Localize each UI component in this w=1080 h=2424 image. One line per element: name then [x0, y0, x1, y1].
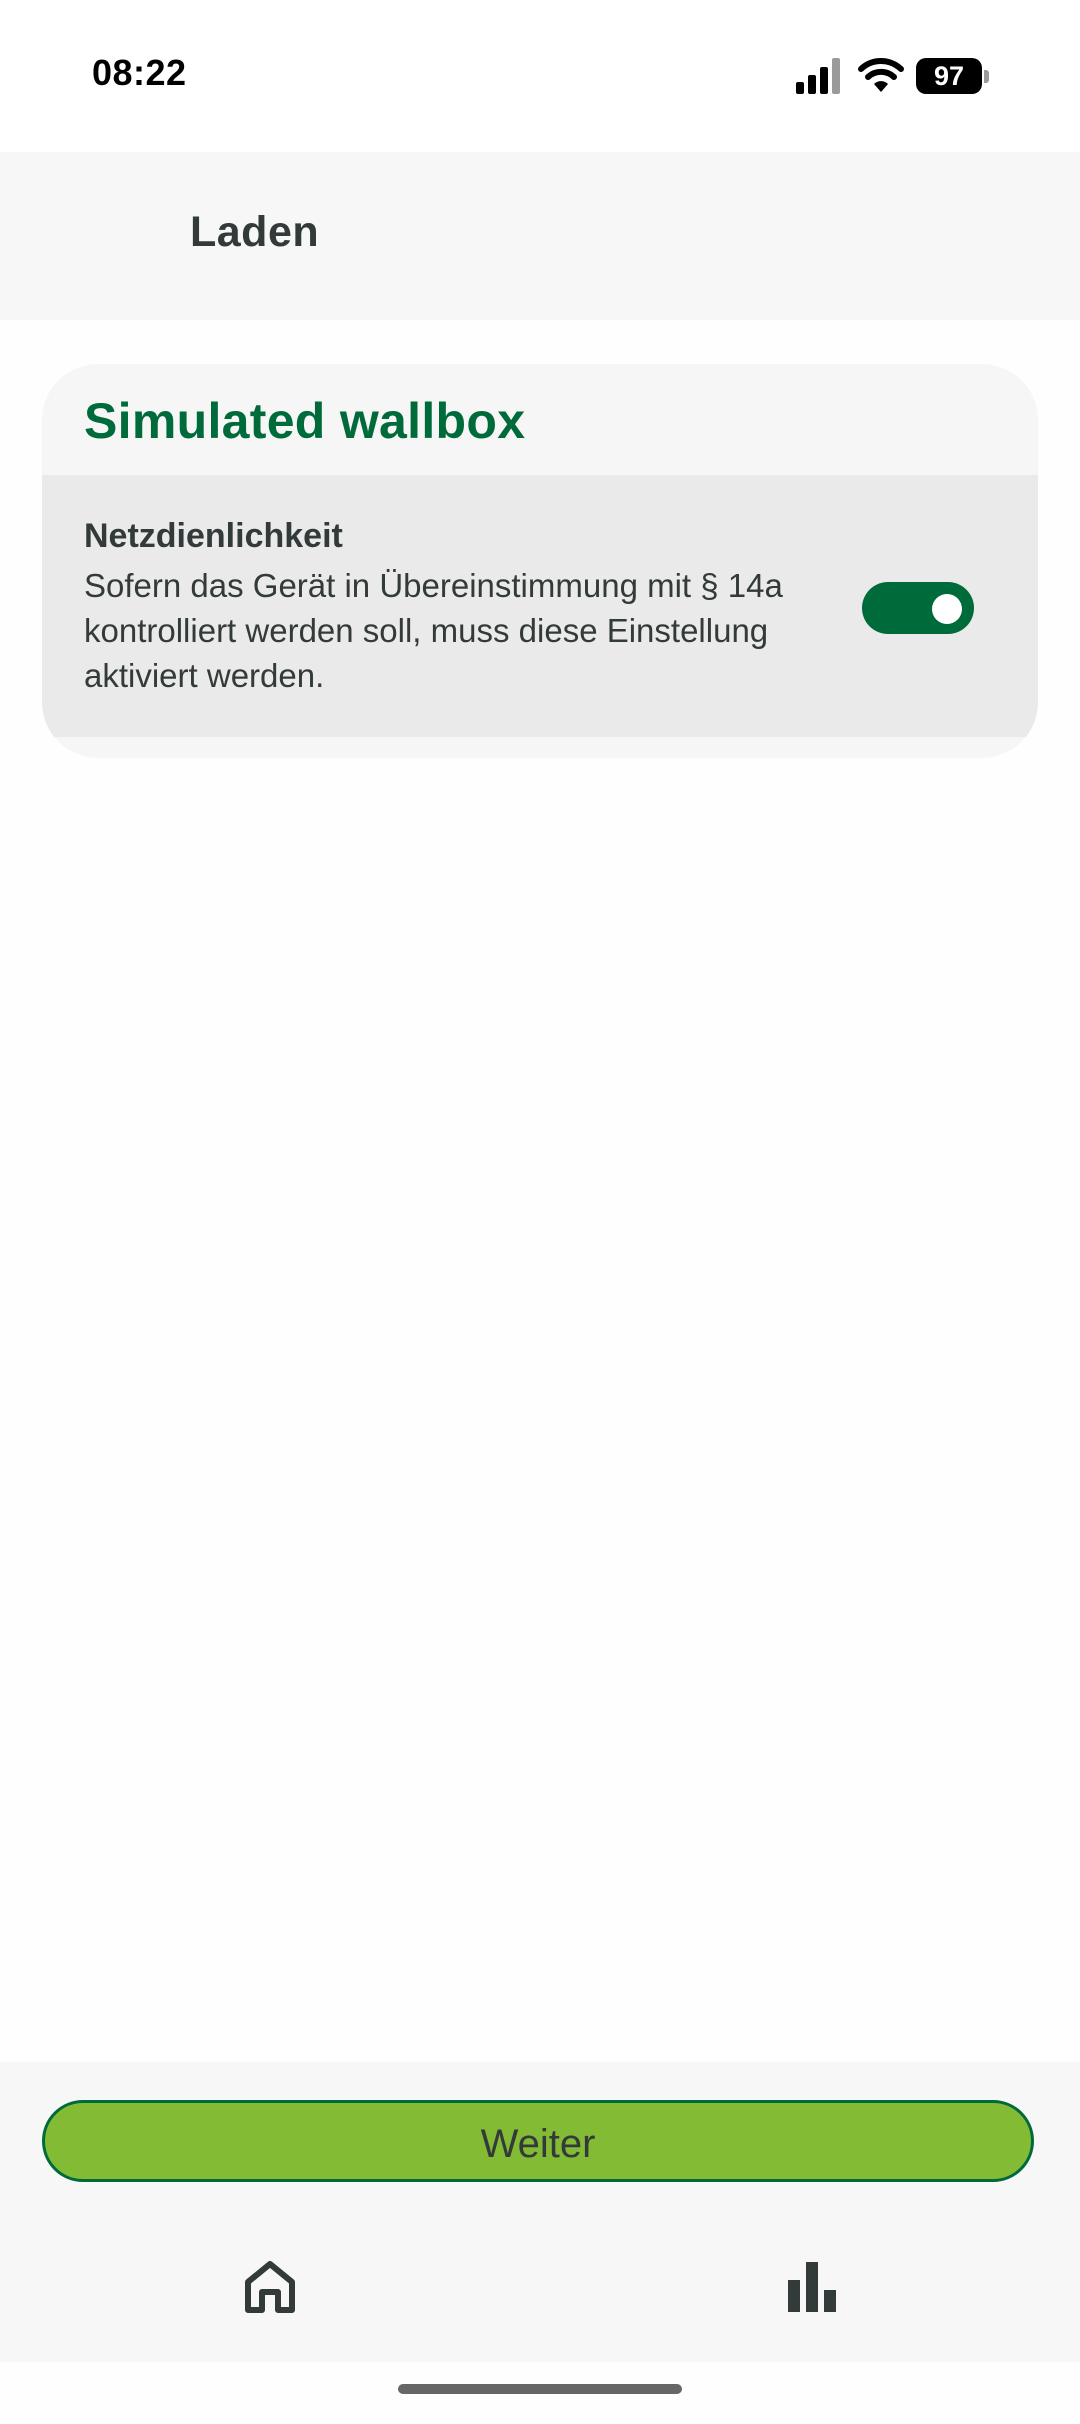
- battery-icon: 97: [916, 58, 990, 94]
- home-indicator: [398, 2384, 682, 2394]
- bar-chart-icon[interactable]: [782, 2256, 842, 2316]
- status-time: 08:22: [92, 52, 187, 93]
- status-bar: 08:22 97: [0, 0, 1080, 152]
- card-title: Simulated wallbox: [84, 393, 526, 449]
- app-header: Laden: [0, 152, 1080, 320]
- toggle-knob: [932, 594, 962, 624]
- page-title: Laden: [190, 208, 320, 256]
- setting-row-netzdienlichkeit: Netzdienlichkeit Sofern das Gerät in Übe…: [42, 475, 1038, 737]
- battery-level: 97: [916, 58, 982, 94]
- setting-title: Netzdienlichkeit: [84, 517, 343, 555]
- netzdienlichkeit-toggle[interactable]: [862, 582, 974, 634]
- bottom-area: Weiter: [0, 2062, 1080, 2362]
- battery-cap: [984, 70, 989, 83]
- setting-description: Sofern das Gerät in Übereinstimmung mit …: [84, 567, 783, 694]
- next-button[interactable]: Weiter: [42, 2100, 1034, 2182]
- cellular-signal-icon: [796, 58, 844, 94]
- wallbox-card: Simulated wallbox Netzdienlichkeit Sofer…: [42, 364, 1038, 758]
- wifi-icon: [858, 56, 904, 94]
- home-icon[interactable]: [240, 2256, 300, 2316]
